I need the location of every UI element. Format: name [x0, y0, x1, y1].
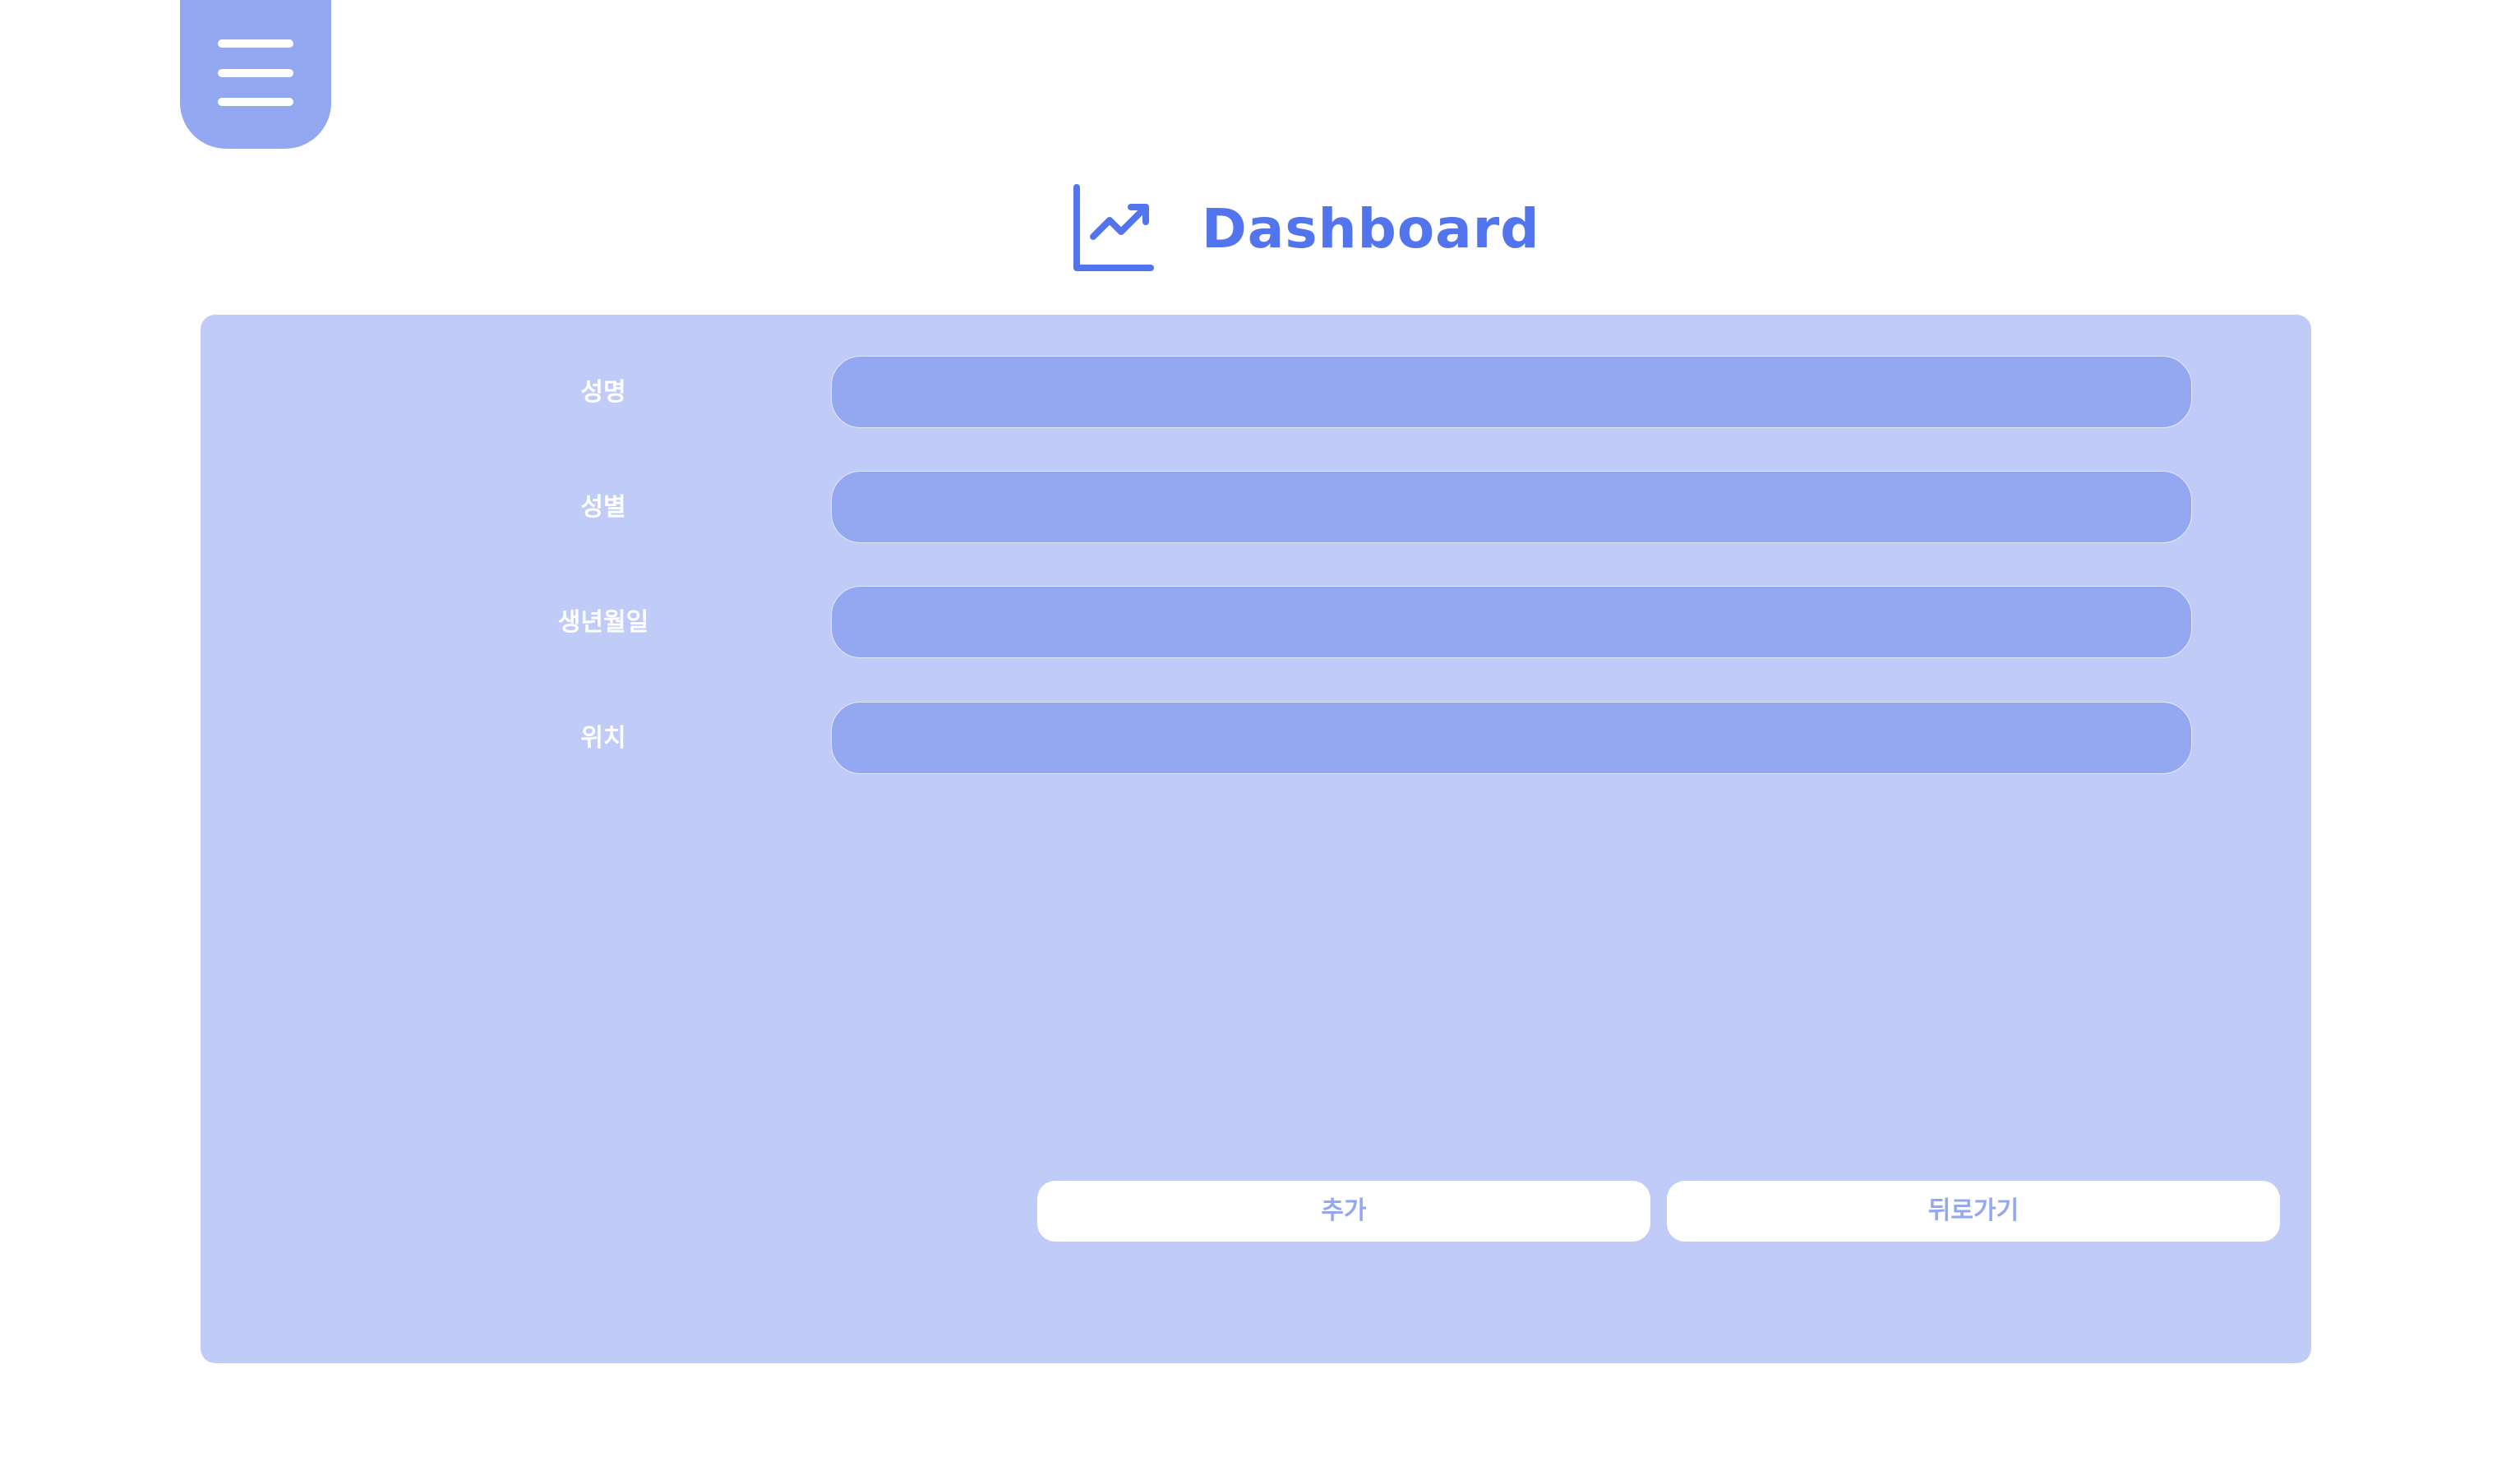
form-panel: 성명 성별 생년월일 위치 추가 뒤로가기	[201, 315, 2311, 1363]
form-row-name: 성명	[201, 356, 2311, 430]
trending-chart-icon	[1073, 184, 1154, 271]
page-title: Dashboard	[1202, 196, 1540, 260]
hamburger-menu-icon	[218, 39, 293, 48]
hamburger-menu-icon	[218, 69, 293, 77]
back-button[interactable]: 뒤로가기	[1667, 1181, 2280, 1242]
location-label: 위치	[580, 724, 626, 753]
gender-input[interactable]	[831, 471, 2192, 543]
birthdate-label: 생년월일	[557, 608, 649, 637]
page: Dashboard 성명 성별 생년월일 위치 추가 뒤로가기	[0, 0, 2520, 1484]
hamburger-menu-icon	[218, 98, 293, 106]
name-label: 성명	[580, 378, 626, 407]
location-input[interactable]	[831, 702, 2192, 774]
birthdate-input[interactable]	[831, 586, 2192, 658]
form-row-location: 위치	[201, 702, 2311, 776]
add-button[interactable]: 추가	[1037, 1181, 1650, 1242]
menu-toggle-button[interactable]	[180, 0, 331, 149]
form-row-birthdate: 생년월일	[201, 586, 2311, 660]
name-input[interactable]	[831, 356, 2192, 428]
form-row-gender: 성별	[201, 471, 2311, 545]
page-header: Dashboard	[1068, 182, 1540, 274]
gender-label: 성별	[580, 493, 626, 522]
